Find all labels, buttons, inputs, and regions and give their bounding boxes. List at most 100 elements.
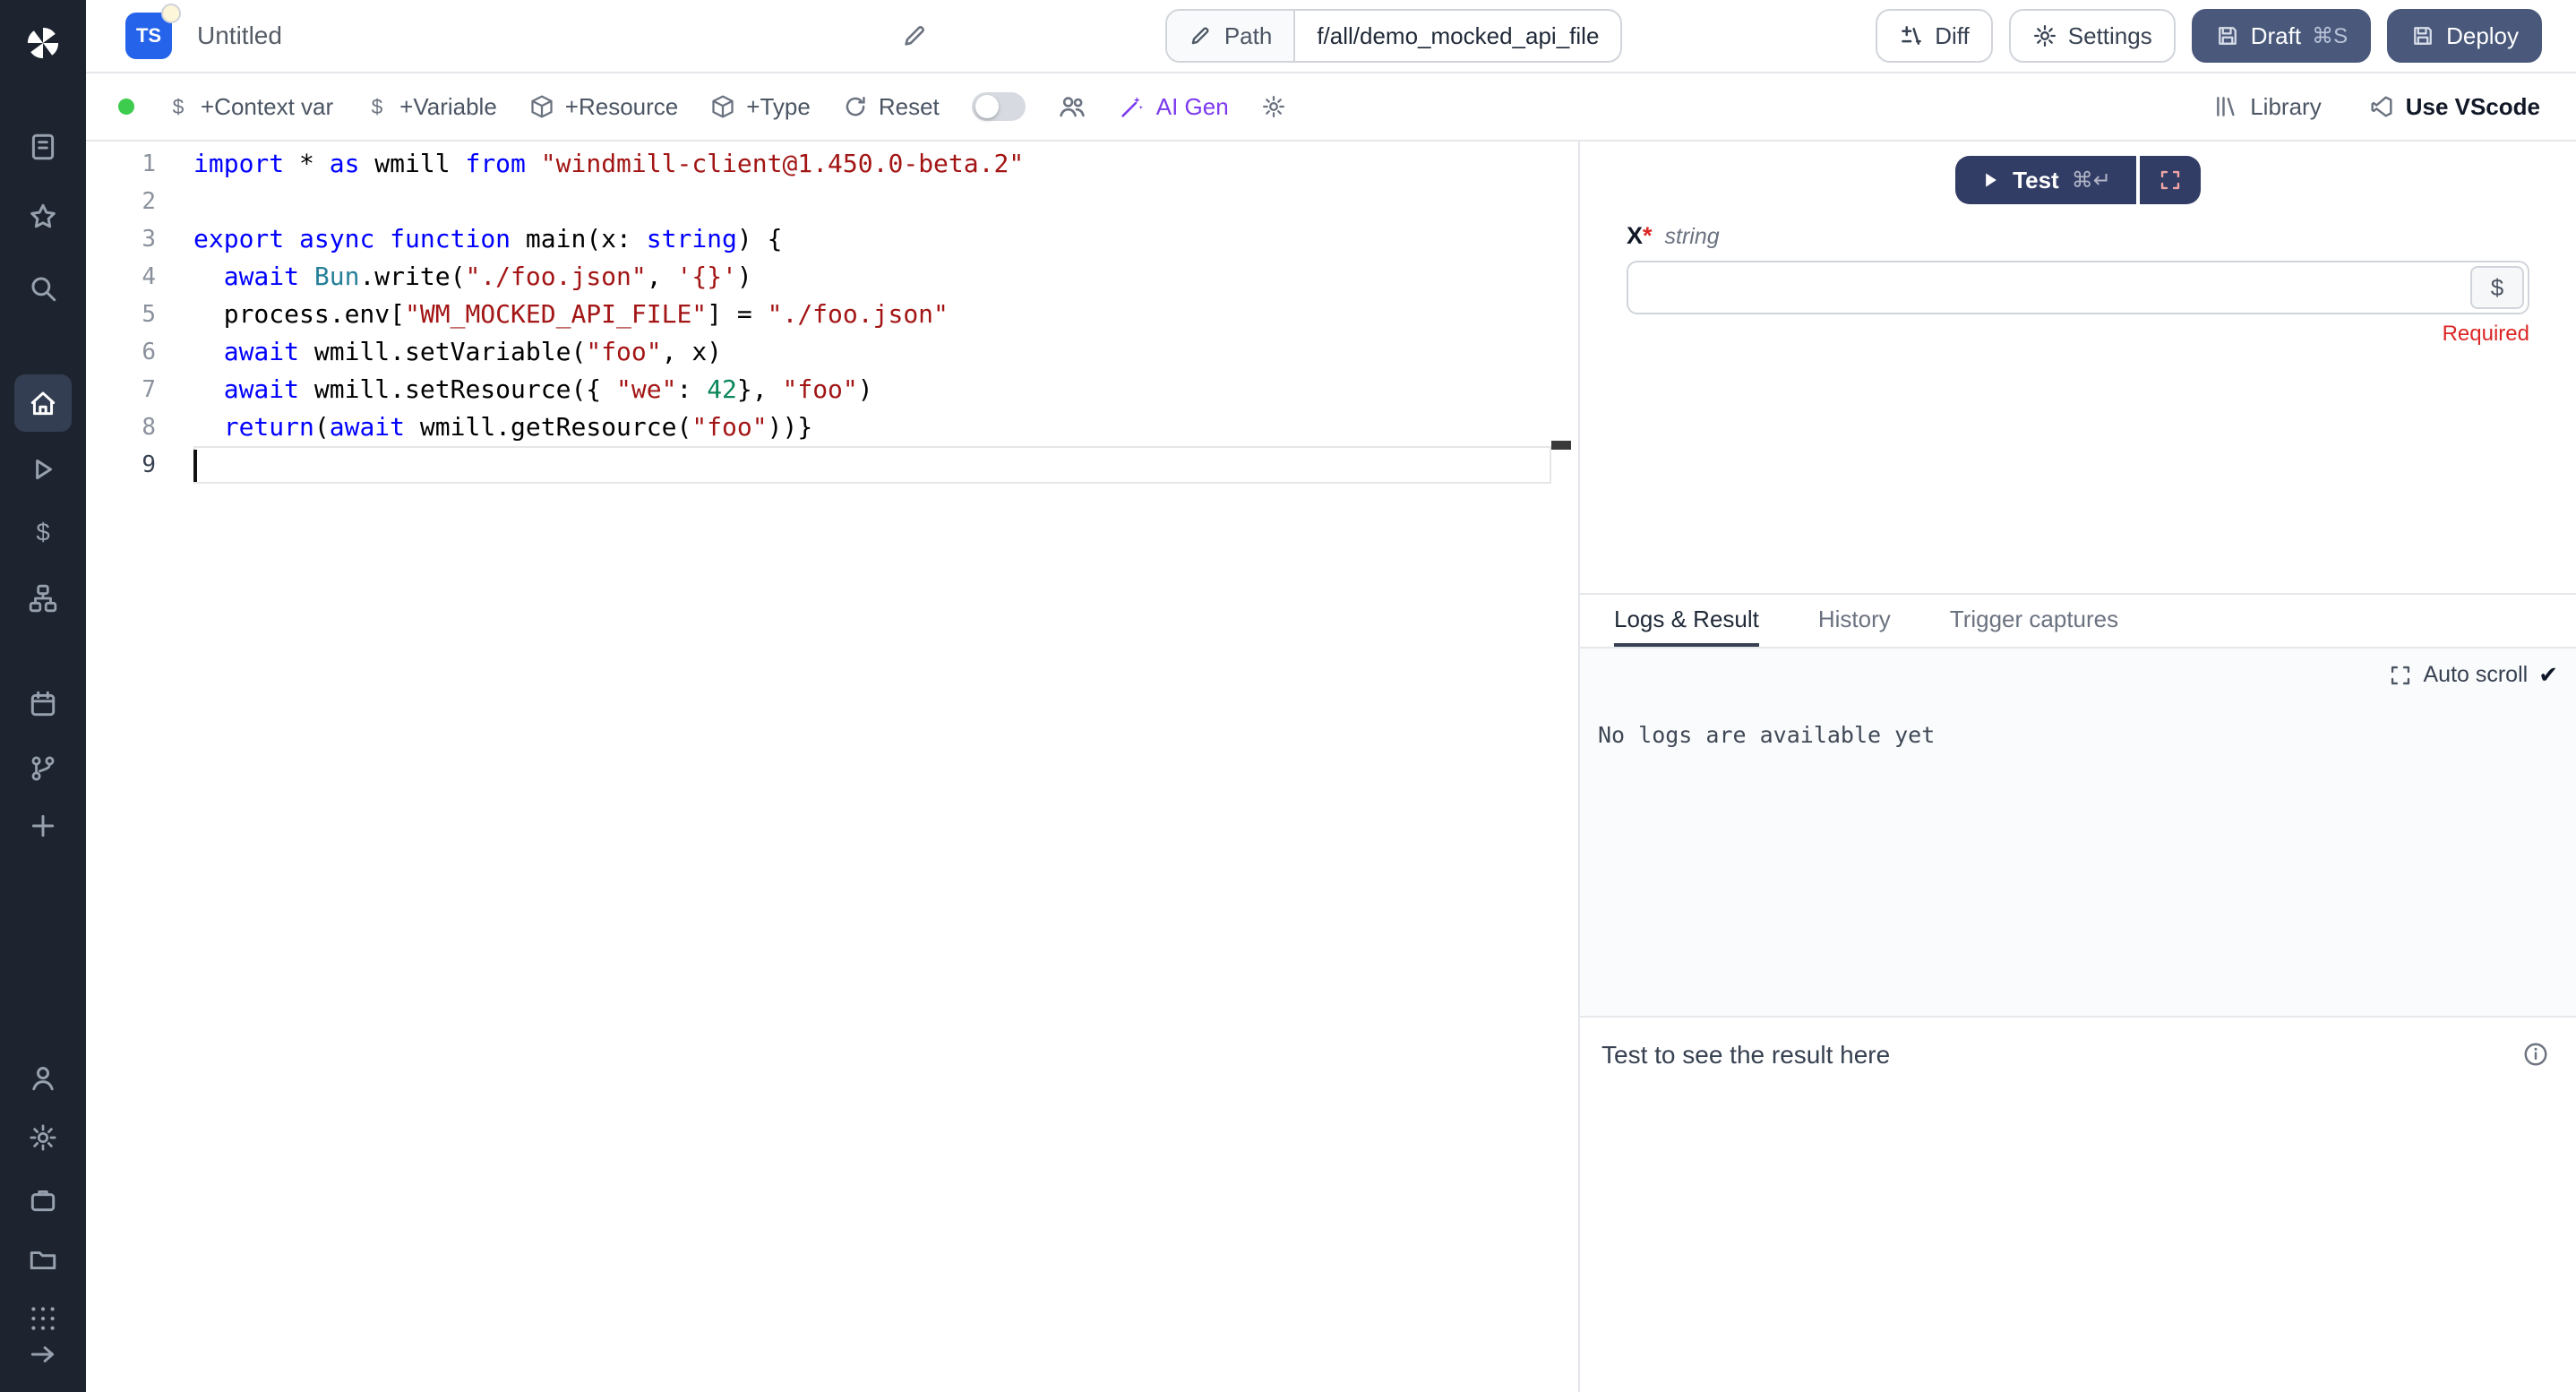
sidebar-item-docs[interactable] <box>18 122 68 172</box>
add-context-var-button[interactable]: $ +Context var <box>167 93 333 121</box>
search-icon <box>28 273 58 304</box>
path-edit-button[interactable]: Path <box>1167 11 1296 61</box>
language-badge[interactable]: TS <box>125 13 172 59</box>
edit-title-button[interactable] <box>901 22 928 49</box>
sidebar-item-resources[interactable] <box>18 573 68 623</box>
code-line[interactable] <box>193 446 1578 484</box>
branch-icon <box>28 753 58 784</box>
sidebar-collapse[interactable] <box>18 1329 68 1379</box>
logs-panel: Auto scroll ✔ No logs are available yet <box>1580 649 2576 1018</box>
sitemap-icon <box>28 583 58 614</box>
save-icon <box>2215 23 2240 48</box>
line-number[interactable]: 1 <box>86 145 193 183</box>
folder-icon <box>28 1244 58 1275</box>
add-resource-button[interactable]: +Resource <box>529 93 678 121</box>
collab-toggle[interactable] <box>972 92 1026 121</box>
draft-label: Draft <box>2251 22 2301 50</box>
editor-settings-button[interactable] <box>1261 94 1286 119</box>
reset-icon <box>843 94 868 119</box>
reset-button[interactable]: Reset <box>843 93 940 121</box>
code-line[interactable]: return(await wmill.getResource("foo"))} <box>193 408 1578 446</box>
add-resource-label: +Resource <box>565 93 678 121</box>
sidebar-item-variables[interactable]: $ <box>18 507 68 557</box>
code-line[interactable]: await wmill.setVariable("foo", x) <box>193 333 1578 371</box>
reset-label: Reset <box>879 93 940 121</box>
use-vscode-button[interactable]: Use VScode <box>2368 93 2540 121</box>
multiplayer-button[interactable] <box>1058 92 1086 121</box>
code-line[interactable]: process.env["WM_MOCKED_API_FILE"] = "./f… <box>193 296 1578 333</box>
sidebar-item-search[interactable] <box>18 263 68 314</box>
line-number[interactable]: 7 <box>86 371 193 408</box>
windmill-logo[interactable] <box>18 18 68 68</box>
add-type-button[interactable]: +Type <box>710 93 811 121</box>
windmill-logo-icon <box>23 23 63 63</box>
main-column: TS Untitled Path f/all/demo_mocked_api_f… <box>86 0 2576 1392</box>
sidebar-item-runs[interactable] <box>18 444 68 494</box>
title-box: Untitled <box>197 21 928 50</box>
code-editor[interactable]: 123456789 import * as wmill from "windmi… <box>86 142 1578 1392</box>
deploy-button[interactable]: Deploy <box>2387 9 2542 63</box>
content: 123456789 import * as wmill from "windmi… <box>86 142 2576 1392</box>
ai-gen-button[interactable]: AI Gen <box>1119 93 1229 121</box>
sidebar-item-favorites[interactable] <box>18 192 68 242</box>
sidebar-item-folders[interactable] <box>18 1234 68 1285</box>
code-line[interactable]: import * as wmill from "windmill-client@… <box>193 145 1578 183</box>
line-number[interactable]: 8 <box>86 408 193 446</box>
sidebar-item-settings[interactable] <box>18 1113 68 1163</box>
line-number[interactable]: 3 <box>86 220 193 258</box>
sidebar-item-workers[interactable] <box>18 743 68 794</box>
test-button[interactable]: Test ⌘↵ <box>1955 156 2136 204</box>
sidebar-item-home[interactable] <box>14 374 72 432</box>
code-line[interactable] <box>193 183 1578 220</box>
calendar-icon <box>28 689 58 719</box>
diff-button[interactable]: Diff <box>1876 9 1993 63</box>
sidebar-item-schedules[interactable] <box>18 679 68 729</box>
info-icon[interactable] <box>2522 1041 2549 1075</box>
draft-button[interactable]: Draft ⌘S <box>2192 9 2371 63</box>
tab-logs-result[interactable]: Logs & Result <box>1614 595 1759 647</box>
status-dot <box>118 99 134 115</box>
page-title: Untitled <box>197 21 282 50</box>
result-placeholder: Test to see the result here <box>1601 1041 2555 1070</box>
toolbar-right: Library Use VScode <box>2214 93 2540 121</box>
line-number[interactable]: 6 <box>86 333 193 371</box>
code-line[interactable]: export async function main(x: string) { <box>193 220 1578 258</box>
library-button[interactable]: Library <box>2214 93 2321 121</box>
dollar-icon: $ <box>167 95 190 118</box>
line-number[interactable]: 2 <box>86 183 193 220</box>
sidebar-item-user[interactable] <box>18 1053 68 1104</box>
sidebar: $ <box>0 0 86 1392</box>
variable-picker-button[interactable]: $ <box>2470 266 2524 309</box>
toggle-knob <box>975 95 999 118</box>
line-number[interactable]: 9 <box>86 446 193 484</box>
svg-text:$: $ <box>372 95 383 118</box>
code-line[interactable]: await wmill.setResource({ "we": 42}, "fo… <box>193 371 1578 408</box>
add-variable-button[interactable]: $ +Variable <box>365 93 497 121</box>
notebook-icon <box>28 132 58 162</box>
tab-history[interactable]: History <box>1818 595 1891 647</box>
users-icon <box>1058 92 1086 121</box>
editor-code[interactable]: import * as wmill from "windmill-client@… <box>193 142 1578 484</box>
briefcase-icon <box>28 1185 58 1216</box>
badge-status-dot <box>161 4 181 23</box>
arg-input[interactable] <box>1627 261 2529 314</box>
auto-scroll-toggle[interactable]: Auto scroll ✔ <box>2389 661 2558 689</box>
code-line[interactable]: await Bun.write("./foo.json", '{}') <box>193 258 1578 296</box>
pencil-icon <box>1189 24 1212 47</box>
sidebar-item-add[interactable] <box>18 801 68 851</box>
deploy-label: Deploy <box>2446 22 2519 50</box>
settings-button[interactable]: Settings <box>2009 9 2176 63</box>
home-icon <box>28 388 58 418</box>
checkmark-icon: ✔ <box>2538 661 2558 689</box>
svg-text:$: $ <box>173 95 185 118</box>
editor-gutter[interactable]: 123456789 <box>86 145 193 484</box>
settings-label: Settings <box>2068 22 2152 50</box>
tab-trigger-captures[interactable]: Trigger captures <box>1950 595 2118 647</box>
line-number[interactable]: 5 <box>86 296 193 333</box>
vscode-icon <box>2368 93 2395 120</box>
test-fullscreen-button[interactable] <box>2140 156 2201 204</box>
sidebar-item-workspace[interactable] <box>18 1175 68 1225</box>
arg-label-row: X* string <box>1627 222 2529 250</box>
path-value[interactable]: f/all/demo_mocked_api_file <box>1295 11 1620 61</box>
line-number[interactable]: 4 <box>86 258 193 296</box>
